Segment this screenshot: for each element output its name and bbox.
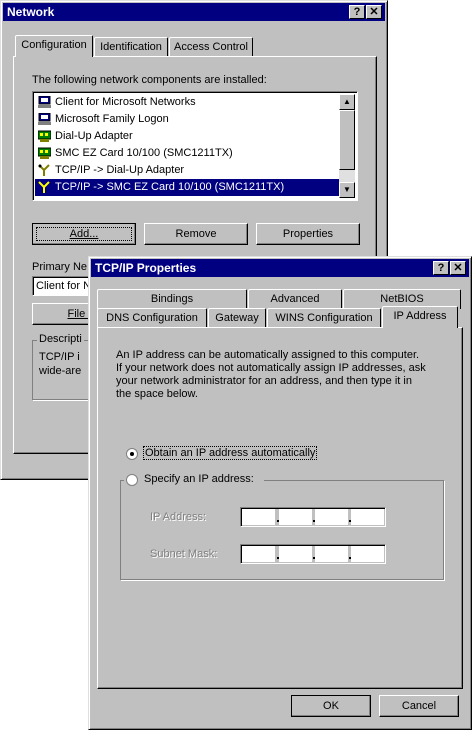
- tcpip-titlebar[interactable]: TCP/IP Properties ? ✕: [91, 259, 469, 277]
- add-button[interactable]: Add...: [32, 223, 136, 245]
- tab-identification[interactable]: Identification: [94, 37, 168, 57]
- protocol-icon: [38, 181, 50, 193]
- subnet-mask-field[interactable]: [240, 544, 386, 564]
- list-item[interactable]: SMC EZ Card 10/100 (SMC1211TX): [35, 145, 339, 162]
- specify-ip-group: [120, 480, 444, 580]
- adapter-card-icon: [38, 147, 51, 159]
- tab-wins-configuration[interactable]: WINS Configuration: [267, 308, 381, 328]
- list-item[interactable]: Dial-Up Adapter: [35, 128, 339, 145]
- tcpip-properties-window: TCP/IP Properties ? ✕ Bindings Advanced …: [88, 256, 472, 730]
- subnet-mask-label: Subnet Mask:: [150, 548, 218, 560]
- obtain-ip-automatically-radio[interactable]: Obtain an IP address automatically: [126, 446, 346, 462]
- ip-address-label: IP Address:: [150, 511, 207, 523]
- properties-button[interactable]: Properties: [256, 223, 360, 245]
- components-scrollbar[interactable]: ▲ ▼: [339, 94, 355, 198]
- close-icon[interactable]: ✕: [366, 5, 382, 19]
- network-client-icon: [38, 113, 51, 125]
- ip-description-line-3: your network administrator for an addres…: [116, 375, 412, 387]
- primary-logon-label: Primary Ne: [32, 261, 88, 273]
- ip-description-line-1: An IP address can be automatically assig…: [116, 349, 420, 361]
- tab-ip-address[interactable]: IP Address: [382, 306, 458, 328]
- radio-unselected-icon: [126, 474, 138, 486]
- tab-dns-configuration[interactable]: DNS Configuration: [97, 308, 207, 328]
- list-item-selected[interactable]: TCP/IP -> SMC EZ Card 10/100 (SMC1211TX): [35, 179, 339, 196]
- ok-button[interactable]: OK: [291, 695, 371, 717]
- help-icon[interactable]: ?: [349, 5, 365, 19]
- ip-field-seg-2[interactable]: [279, 509, 312, 525]
- ip-description-line-4: the space below.: [116, 388, 198, 400]
- protocol-icon: [38, 164, 50, 176]
- tab-access-control[interactable]: Access Control: [169, 37, 253, 57]
- ip-description-line-2: If your network does not automatically a…: [116, 362, 426, 374]
- adapter-card-icon: [38, 130, 51, 142]
- network-client-icon: [38, 96, 51, 108]
- scroll-down-icon[interactable]: ▼: [339, 182, 355, 198]
- help-icon[interactable]: ?: [433, 261, 449, 275]
- cancel-button[interactable]: Cancel: [379, 695, 459, 717]
- subnet-field-seg-2[interactable]: [279, 546, 312, 562]
- specify-ip-address-radio[interactable]: Specify an IP address:: [124, 472, 264, 488]
- description-line-1: TCP/IP i: [39, 351, 80, 363]
- ip-field-seg-3[interactable]: [315, 509, 348, 525]
- ip-address-panel: An IP address can be automatically assig…: [97, 327, 463, 689]
- components-list[interactable]: Client for Microsoft Networks Microsoft …: [32, 91, 358, 201]
- list-item[interactable]: TCP/IP -> Dial-Up Adapter: [35, 162, 339, 179]
- tab-gateway[interactable]: Gateway: [208, 308, 266, 328]
- scroll-thumb[interactable]: [339, 110, 355, 170]
- list-item[interactable]: Microsoft Family Logon: [35, 111, 339, 128]
- radio-selected-icon: [126, 448, 138, 460]
- tab-advanced[interactable]: Advanced: [248, 289, 342, 309]
- ip-address-field[interactable]: [240, 507, 386, 527]
- network-titlebar[interactable]: Network ? ✕: [3, 3, 385, 21]
- description-label: Descripti: [37, 333, 84, 345]
- description-line-2: wide-are: [39, 365, 82, 377]
- ip-field-seg-4[interactable]: [351, 509, 384, 525]
- components-label: The following network components are ins…: [32, 74, 267, 86]
- tab-bindings[interactable]: Bindings: [97, 289, 247, 309]
- subnet-field-seg-4[interactable]: [351, 546, 384, 562]
- subnet-field-seg-1[interactable]: [242, 546, 275, 562]
- close-icon[interactable]: ✕: [450, 261, 466, 275]
- network-title: Network: [7, 5, 55, 19]
- list-item[interactable]: Client for Microsoft Networks: [35, 94, 339, 111]
- remove-button[interactable]: Remove: [144, 223, 248, 245]
- tcpip-title: TCP/IP Properties: [95, 261, 197, 275]
- scroll-up-icon[interactable]: ▲: [339, 94, 355, 110]
- tab-configuration[interactable]: Configuration: [15, 35, 93, 57]
- subnet-field-seg-3[interactable]: [315, 546, 348, 562]
- ip-field-seg-1[interactable]: [242, 509, 275, 525]
